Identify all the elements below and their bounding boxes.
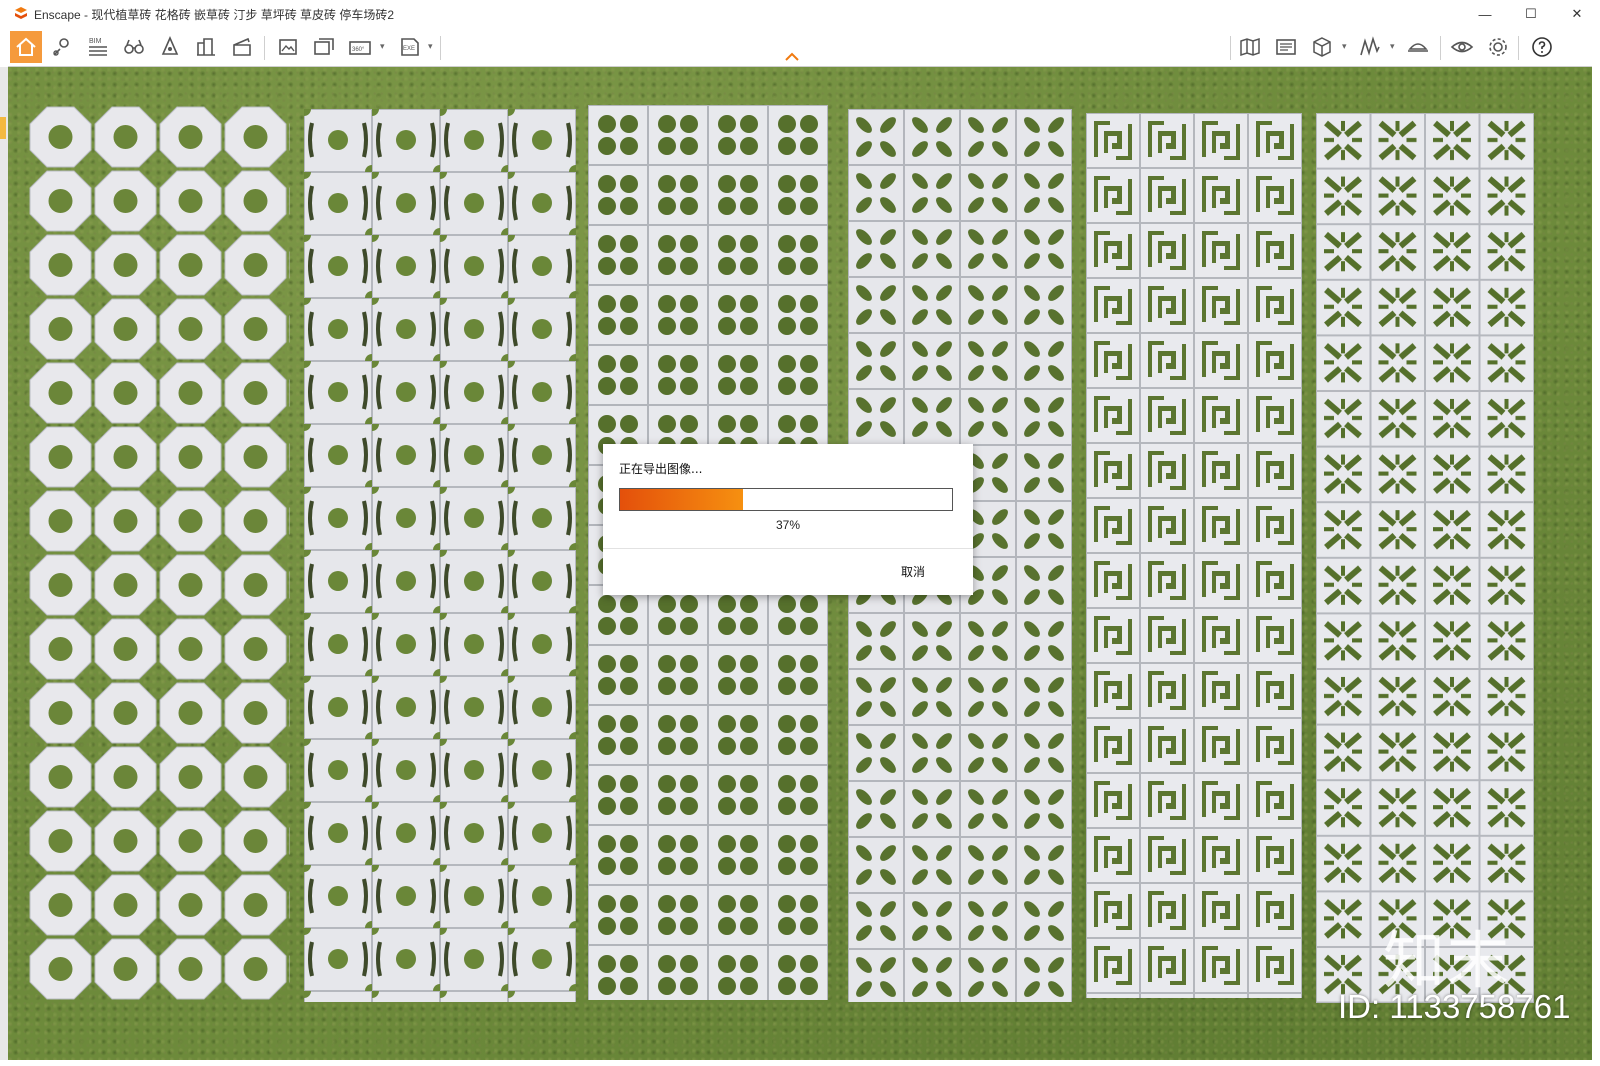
svg-text:BIM: BIM — [89, 38, 102, 45]
clapperboard-icon — [233, 37, 251, 56]
watermark-logo: 知末 — [1383, 924, 1512, 997]
panorama-button[interactable]: 360° — [344, 31, 376, 63]
maximize-button[interactable]: ☐ — [1508, 0, 1554, 28]
help-button[interactable] — [1526, 31, 1558, 63]
paving-strip-fret — [1086, 113, 1302, 998]
buildings-icon — [197, 38, 215, 56]
visual-settings-button[interactable] — [1446, 31, 1478, 63]
panorama-icon: 360° — [349, 41, 371, 55]
gallery-button[interactable] — [1270, 31, 1302, 63]
views-button[interactable] — [118, 31, 150, 63]
toolbar-separator — [440, 36, 441, 60]
panel-marker — [0, 117, 6, 139]
paving-strip-octagon — [28, 105, 290, 1000]
chevron-up-icon[interactable] — [784, 50, 800, 62]
chevron-down-icon[interactable]: ▾ — [380, 41, 385, 52]
enscape-logo-icon — [15, 7, 27, 19]
home-button[interactable] — [10, 31, 42, 63]
title-bar: Enscape - 现代植草砖 花格砖 嵌草砖 汀步 草坪砖 草皮砖 停车场砖2… — [0, 0, 1600, 28]
minimize-button[interactable]: — — [1462, 0, 1508, 28]
graph-icon — [1360, 36, 1380, 56]
bim-button[interactable]: BIM — [82, 31, 114, 63]
batch-render-button[interactable] — [308, 31, 340, 63]
export-image-icon — [279, 39, 297, 55]
dialog-divider — [603, 548, 973, 549]
graph-button[interactable] — [1354, 31, 1386, 63]
paving-strip-star — [1316, 113, 1534, 1003]
chevron-down-icon[interactable]: ▾ — [1390, 41, 1395, 52]
dialog-title: 正在导出图像... — [619, 462, 703, 476]
export-image-button[interactable] — [272, 31, 304, 63]
export-progress-dialog: 正在导出图像... 37% 取消 — [603, 444, 973, 595]
assets-button[interactable] — [190, 31, 222, 63]
toolbar: BIM 360° ▾ EXE ▾ ▾ ▾ — [8, 28, 1592, 67]
video-button[interactable] — [226, 31, 258, 63]
location-button[interactable] — [46, 31, 78, 63]
toolbar-separator — [264, 36, 265, 60]
toolbar-separator — [1230, 36, 1231, 60]
binoculars-icon — [124, 39, 144, 54]
export-exe-button[interactable]: EXE — [394, 31, 426, 63]
close-button[interactable]: ✕ — [1554, 0, 1600, 28]
map-icon — [1240, 37, 1260, 57]
progress-bar — [619, 488, 953, 511]
help-icon — [1532, 37, 1552, 57]
map-button[interactable] — [1234, 31, 1266, 63]
settings-button[interactable] — [1482, 31, 1514, 63]
home-icon — [16, 37, 36, 56]
bim-icon: BIM — [89, 38, 107, 56]
eye-icon — [1450, 41, 1474, 53]
asset-library-button[interactable] — [1306, 31, 1338, 63]
chevron-down-icon[interactable]: ▾ — [428, 41, 433, 52]
cancel-button[interactable]: 取消 — [901, 563, 925, 580]
watermark-id: ID: 1133758761 — [1338, 988, 1571, 1025]
toolbar-separator — [1518, 36, 1519, 60]
window-title: Enscape - 现代植草砖 花格砖 嵌草砖 汀步 草坪砖 草皮砖 停车场砖2 — [34, 7, 395, 22]
window-controls: — ☐ ✕ — [1462, 0, 1600, 28]
map-pin-icon — [53, 38, 69, 56]
svg-text:360°: 360° — [352, 47, 365, 53]
toolbar-separator — [1440, 36, 1441, 60]
progress-bar-fill — [620, 489, 743, 510]
export-exe-icon: EXE — [401, 38, 419, 56]
light-button[interactable] — [154, 31, 186, 63]
svg-text:EXE: EXE — [403, 46, 415, 52]
collaboration-button[interactable] — [1402, 31, 1434, 63]
paving-strip-circle-arc — [304, 109, 576, 1002]
left-panel-edge — [0, 67, 8, 1060]
cube-icon — [1313, 37, 1331, 57]
cone-icon — [161, 36, 179, 55]
gallery-icon — [1276, 39, 1296, 55]
gear-icon — [1489, 38, 1507, 56]
hat-icon — [1408, 43, 1428, 52]
batch-render-icon — [314, 38, 334, 55]
chevron-down-icon[interactable]: ▾ — [1342, 41, 1347, 52]
progress-percent-label: 37% — [775, 518, 801, 532]
